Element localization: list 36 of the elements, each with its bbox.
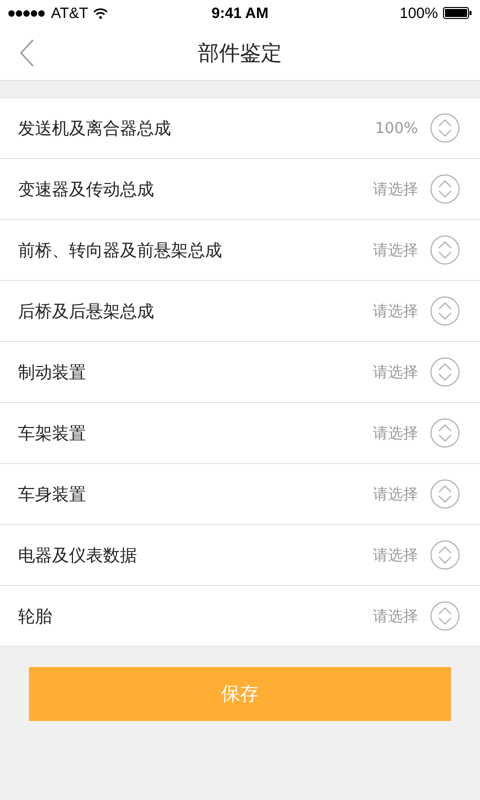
carrier-label: AT&T bbox=[51, 4, 88, 22]
item-label: 前桥、转向器及前悬架总成 bbox=[18, 240, 223, 262]
item-label: 车身装置 bbox=[18, 484, 87, 506]
item-label: 发送机及离合器总成 bbox=[18, 118, 172, 140]
item-value[interactable]: 请选择 bbox=[373, 484, 418, 504]
item-label: 变速器及传动总成 bbox=[18, 178, 155, 200]
stepper-icon[interactable] bbox=[430, 418, 460, 448]
item-label: 轮胎 bbox=[18, 606, 53, 628]
item-value[interactable]: 请选择 bbox=[373, 546, 418, 564]
wifi-icon bbox=[93, 8, 108, 18]
item-value[interactable]: 请选择 bbox=[373, 302, 418, 320]
stepper-icon[interactable] bbox=[430, 601, 460, 631]
page-title: 部件鉴定 bbox=[198, 40, 282, 67]
battery-percent: 100% bbox=[400, 4, 438, 22]
status-time: 9:41 AM bbox=[212, 4, 268, 22]
item-label: 车架装置 bbox=[18, 422, 87, 444]
item-value[interactable]: 请选择 bbox=[373, 424, 418, 442]
item-label: 制动装置 bbox=[18, 362, 87, 384]
stepper-icon[interactable] bbox=[430, 235, 460, 265]
item-value[interactable]: 请选择 bbox=[373, 180, 418, 198]
item-value[interactable]: 请选择 bbox=[373, 606, 418, 626]
stepper-icon[interactable] bbox=[430, 174, 460, 204]
battery-icon bbox=[443, 7, 472, 19]
back-icon[interactable] bbox=[20, 39, 34, 67]
stepper-icon[interactable] bbox=[430, 113, 460, 143]
item-value[interactable]: 请选择 bbox=[373, 240, 418, 260]
save-button[interactable]: 保存 bbox=[29, 667, 451, 721]
stepper-icon[interactable] bbox=[430, 540, 460, 570]
signal-icon bbox=[8, 10, 46, 16]
item-value[interactable]: 100% bbox=[375, 119, 418, 137]
item-value[interactable]: 请选择 bbox=[373, 362, 418, 382]
stepper-icon[interactable] bbox=[430, 479, 460, 509]
item-label: 后桥及后悬架总成 bbox=[18, 300, 155, 322]
stepper-icon[interactable] bbox=[430, 296, 460, 326]
item-label: 电器及仪表数据 bbox=[18, 544, 138, 566]
stepper-icon[interactable] bbox=[430, 357, 460, 387]
